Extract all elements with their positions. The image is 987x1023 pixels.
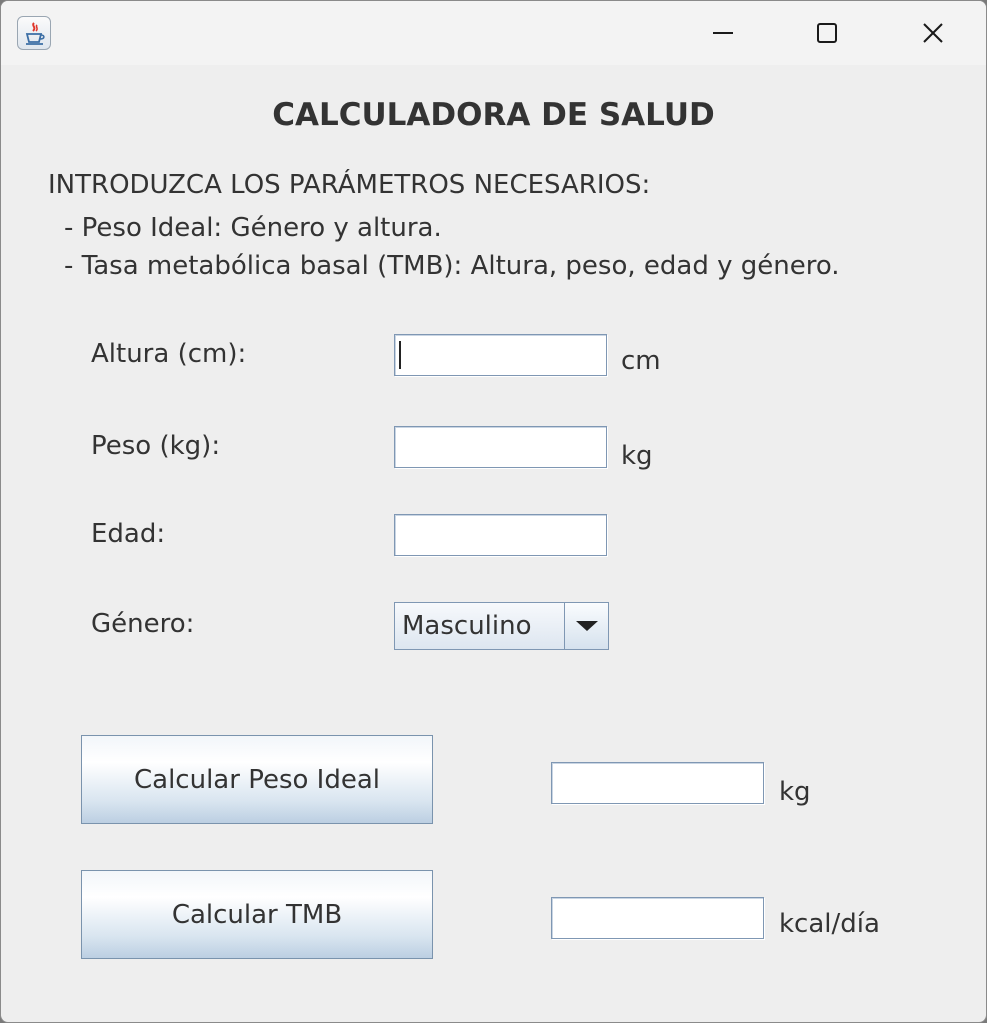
instructions-bmr: - Tasa metabólica basal (TMB): Altura, p…	[64, 251, 840, 281]
java-coffee-cup-icon[interactable]	[17, 16, 51, 50]
age-input[interactable]	[394, 514, 607, 556]
calculate-bmr-button[interactable]: Calcular TMB	[81, 870, 433, 959]
close-icon	[923, 23, 943, 43]
bmr-unit: kcal/día	[779, 909, 880, 939]
calculate-ideal-weight-button[interactable]: Calcular Peso Ideal	[81, 735, 433, 824]
text-caret	[399, 341, 401, 369]
maximize-icon	[817, 23, 837, 43]
height-input[interactable]	[394, 334, 607, 376]
height-unit: cm	[621, 346, 661, 376]
bmr-result-field[interactable]	[551, 897, 764, 939]
title-bar[interactable]	[1, 1, 986, 65]
app-window: CALCULADORA DE SALUD INTRODUZCA LOS PARÁ…	[0, 0, 987, 1023]
minimize-icon	[713, 32, 733, 34]
gender-label: Género:	[91, 609, 195, 639]
height-label: Altura (cm):	[91, 339, 247, 369]
gender-selected-value: Masculino	[402, 611, 532, 641]
minimize-button[interactable]	[671, 1, 775, 65]
weight-label: Peso (kg):	[91, 431, 221, 461]
instructions-heading: INTRODUZCA LOS PARÁMETROS NECESARIOS:	[48, 170, 651, 200]
chevron-down-icon[interactable]	[564, 603, 608, 649]
close-button[interactable]	[881, 1, 985, 65]
ideal-weight-result-field[interactable]	[551, 762, 764, 804]
weight-unit: kg	[621, 441, 653, 471]
instructions-ideal-weight: - Peso Ideal: Género y altura.	[64, 213, 442, 243]
age-label: Edad:	[91, 519, 166, 549]
gender-dropdown[interactable]: Masculino	[394, 602, 609, 650]
maximize-button[interactable]	[775, 1, 879, 65]
ideal-weight-unit: kg	[779, 777, 811, 807]
weight-input[interactable]	[394, 426, 607, 468]
page-title: CALCULADORA DE SALUD	[272, 97, 715, 133]
